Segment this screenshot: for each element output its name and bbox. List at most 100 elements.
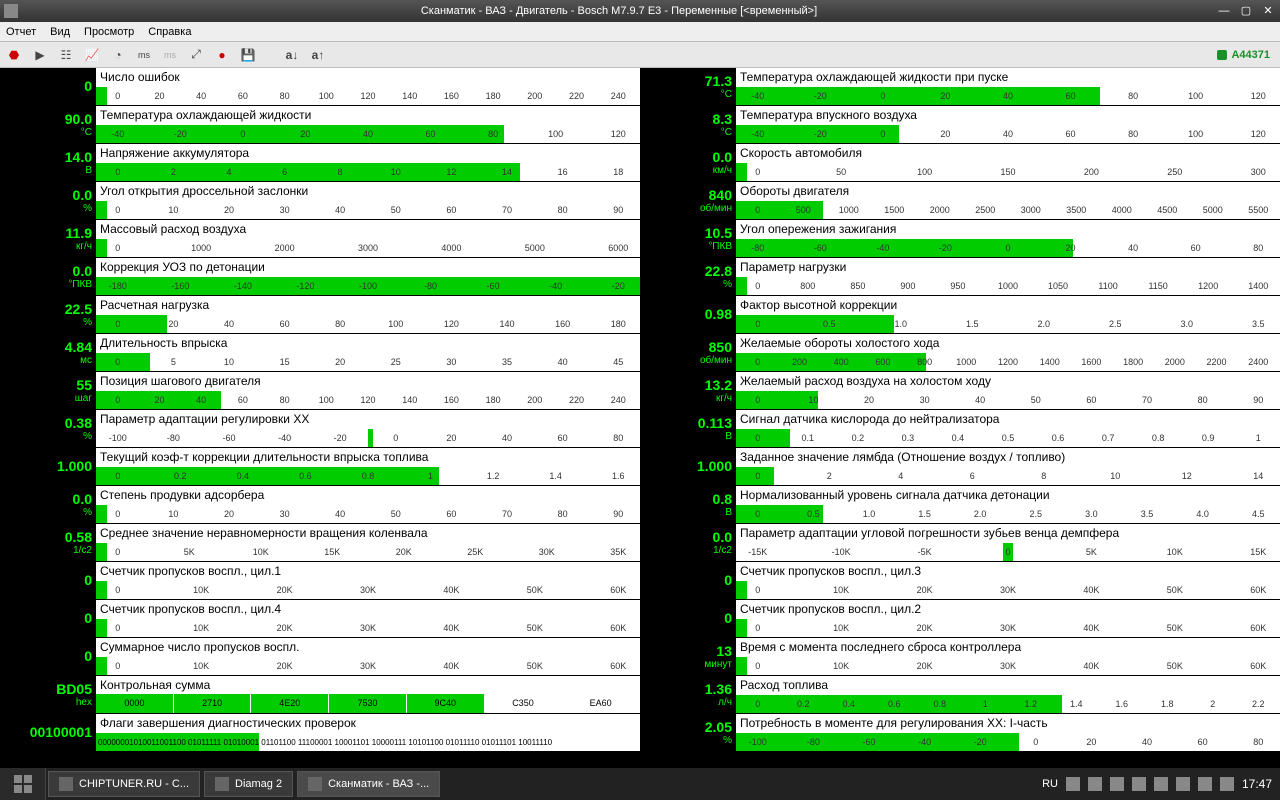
param-bar: 00.51.01.52.02.53.03.54.04.5: [736, 505, 1280, 523]
ms-icon[interactable]: ms: [134, 45, 154, 65]
param-row[interactable]: 840об/минОбороты двигателя05001000150020…: [640, 182, 1280, 220]
stop-icon[interactable]: ⬣: [4, 45, 24, 65]
param-name: Число ошибок: [96, 68, 640, 87]
param-row[interactable]: BD05hexКонтрольная сумма000027104E207530…: [0, 676, 640, 714]
task-icon: [215, 777, 229, 791]
param-value: 55шаг: [0, 372, 96, 409]
play-icon[interactable]: ▶: [30, 45, 50, 65]
param-row[interactable]: 850об/минЖелаемые обороты холостого хода…: [640, 334, 1280, 372]
param-value: 0.01/с2: [640, 524, 736, 561]
param-name: Счетчик пропусков воспл., цил.4: [96, 600, 640, 619]
param-row[interactable]: 0.8ВНормализованный уровень сигнала датч…: [640, 486, 1280, 524]
param-row[interactable]: 11.9кг/чМассовый расход воздуха010002000…: [0, 220, 640, 258]
param-value: 0: [0, 562, 96, 599]
tray-icon[interactable]: [1066, 777, 1080, 791]
save-icon[interactable]: 💾: [238, 45, 258, 65]
status-dot-icon: [1217, 50, 1227, 60]
param-row[interactable]: 22.5%Расчетная нагрузка02040608010012014…: [0, 296, 640, 334]
param-row[interactable]: 55шагПозиция шагового двигателя020406080…: [0, 372, 640, 410]
volume-icon[interactable]: [1220, 777, 1234, 791]
start-button[interactable]: [0, 768, 46, 800]
param-bar: 0200400600800100012001400160018002000220…: [736, 353, 1280, 371]
param-row[interactable]: 0.581/с2Среднее значение неравномерности…: [0, 524, 640, 562]
param-row[interactable]: 0Счетчик пропусков воспл., цил.3010K20K3…: [640, 562, 1280, 600]
param-row[interactable]: 0Счетчик пропусков воспл., цил.1010K20K3…: [0, 562, 640, 600]
tray-icon[interactable]: [1110, 777, 1124, 791]
param-value: 0.0км/ч: [640, 144, 736, 181]
param-row[interactable]: 10.5°ПКВУгол опережения зажигания-80-60-…: [640, 220, 1280, 258]
param-name: Коррекция УОЗ по детонации: [96, 258, 640, 277]
param-row[interactable]: 22.8%Параметр нагрузки080085090095010001…: [640, 258, 1280, 296]
param-value: 8.3°C: [640, 106, 736, 143]
param-bar: 024681012141618: [96, 163, 640, 181]
param-row[interactable]: 0Счетчик пропусков воспл., цил.4010K20K3…: [0, 600, 640, 638]
param-row[interactable]: 90.0°CТемпература охлаждающей жидкости-4…: [0, 106, 640, 144]
param-row[interactable]: 0.0%Угол открытия дроссельной заслонки01…: [0, 182, 640, 220]
param-row[interactable]: 4.84мсДлительность впрыска05101520253035…: [0, 334, 640, 372]
chart-icon[interactable]: 📈: [82, 45, 102, 65]
param-row[interactable]: 2.05%Потребность в моменте для регулиров…: [640, 714, 1280, 752]
param-row[interactable]: 00100001Флаги завершения диагностических…: [0, 714, 640, 752]
param-row[interactable]: 1.000Заданное значение лямбда (Отношение…: [640, 448, 1280, 486]
menu-help[interactable]: Справка: [148, 26, 191, 38]
taskbar-task[interactable]: Diamag 2: [204, 771, 293, 797]
param-bar: 00.20.40.60.811.21.41.61.822.2: [736, 695, 1280, 713]
task-icon: [59, 777, 73, 791]
param-row[interactable]: 0.01/с2Параметр адаптации угловой погреш…: [640, 524, 1280, 562]
minimize-button[interactable]: —: [1216, 4, 1232, 18]
param-row[interactable]: 0.113ВСигнал датчика кислорода до нейтра…: [640, 410, 1280, 448]
hex-bar: 000027104E2075309C40C350EA60: [96, 694, 640, 713]
close-button[interactable]: ✕: [1260, 4, 1276, 18]
list-icon[interactable]: ☷: [56, 45, 76, 65]
param-name: Нормализованный уровень сигнала датчика …: [736, 486, 1280, 505]
sort-down-icon[interactable]: a↓: [282, 45, 302, 65]
tray-icon[interactable]: [1132, 777, 1146, 791]
sort-up-icon[interactable]: a↑: [308, 45, 328, 65]
taskbar-task[interactable]: Сканматик - ВАЗ -...: [297, 771, 440, 797]
param-row[interactable]: 0.38%Параметр адаптации регулировки XX-1…: [0, 410, 640, 448]
param-value: 10.5°ПКВ: [640, 220, 736, 257]
param-row[interactable]: 14.0ВНапряжение аккумулятора024681012141…: [0, 144, 640, 182]
maximize-button[interactable]: ▢: [1238, 4, 1254, 18]
param-name: Температура впускного воздуха: [736, 106, 1280, 125]
tray-icon[interactable]: [1198, 777, 1212, 791]
lang-indicator[interactable]: RU: [1042, 778, 1058, 790]
param-row[interactable]: 0Число ошибок020406080100120140160180200…: [0, 68, 640, 106]
param-row[interactable]: 0Суммарное число пропусков воспл.010K20K…: [0, 638, 640, 676]
param-value: 13минут: [640, 638, 736, 675]
param-row[interactable]: 13.2кг/чЖелаемый расход воздуха на холос…: [640, 372, 1280, 410]
tray-icon[interactable]: [1154, 777, 1168, 791]
param-row[interactable]: 0.98Фактор высотной коррекции00.51.01.52…: [640, 296, 1280, 334]
param-name: Расход топлива: [736, 676, 1280, 695]
system-tray: RU 17:47: [1034, 777, 1280, 791]
param-row[interactable]: 13минутВремя с момента последнего сброса…: [640, 638, 1280, 676]
menu-report[interactable]: Отчет: [6, 26, 36, 38]
tray-icon[interactable]: [1176, 777, 1190, 791]
menu-view[interactable]: Вид: [50, 26, 70, 38]
param-row[interactable]: 71.3°CТемпература охлаждающей жидкости п…: [640, 68, 1280, 106]
param-value: 0.38%: [0, 410, 96, 447]
menu-browse[interactable]: Просмотр: [84, 26, 134, 38]
param-name: Счетчик пропусков воспл., цил.2: [736, 600, 1280, 619]
param-row[interactable]: 0.0км/чСкорость автомобиля05010015020025…: [640, 144, 1280, 182]
param-value: 0: [0, 68, 96, 105]
tray-icon[interactable]: [1088, 777, 1102, 791]
clock[interactable]: 17:47: [1242, 777, 1272, 791]
param-value: 14.0В: [0, 144, 96, 181]
param-row[interactable]: 1.36л/чРасход топлива00.20.40.60.811.21.…: [640, 676, 1280, 714]
expand-icon[interactable]: ⤢: [186, 45, 206, 65]
param-row[interactable]: 8.3°CТемпература впускного воздуха-40-20…: [640, 106, 1280, 144]
param-bar: 05K10K15K20K25K30K35K: [96, 543, 640, 561]
param-row[interactable]: 0Счетчик пропусков воспл., цил.2010K20K3…: [640, 600, 1280, 638]
param-name: Время с момента последнего сброса контро…: [736, 638, 1280, 657]
param-row[interactable]: 1.000Текущий коэф-т коррекции длительнос…: [0, 448, 640, 486]
taskbar-task[interactable]: CHIPTUNER.RU - C...: [48, 771, 200, 797]
taskbar: CHIPTUNER.RU - C...Diamag 2Сканматик - В…: [0, 768, 1280, 800]
record-icon[interactable]: ●: [212, 45, 232, 65]
ms2-icon[interactable]: ms: [160, 45, 180, 65]
param-row[interactable]: 0.0°ПКВКоррекция УОЗ по детонации-180-16…: [0, 258, 640, 296]
param-row[interactable]: 0.0%Степень продувки адсорбера0102030405…: [0, 486, 640, 524]
connection-status: A44371: [1217, 49, 1276, 61]
flags-bar: 00000001010011001100 01011111 01010001 0…: [96, 733, 640, 751]
gauge-icon[interactable]: ◔: [108, 45, 128, 65]
